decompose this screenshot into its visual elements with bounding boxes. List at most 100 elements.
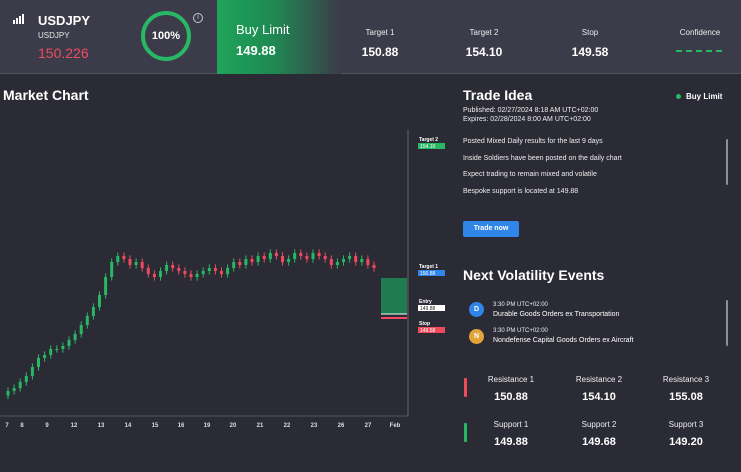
support-1: Support 1 149.88 — [476, 420, 546, 448]
candle — [67, 340, 71, 346]
candle — [183, 271, 187, 274]
resistance-indicator — [464, 378, 467, 397]
x-tick-label: 27 — [365, 423, 372, 429]
symbol-price: 150.226 — [38, 45, 89, 61]
published-date: Published: 02/27/2024 8:18 AM UTC+02:00 — [463, 107, 599, 114]
candle — [226, 268, 230, 274]
marker-stop: Stop 149.58 — [418, 321, 445, 334]
candle — [189, 274, 193, 277]
trade-idea-scrollbar[interactable] — [726, 139, 728, 185]
level-label: Support 1 — [493, 420, 529, 429]
x-tick-label: 16 — [178, 423, 185, 429]
level-value: 149.88 — [494, 436, 528, 448]
symbol-subtitle: USDJPY — [38, 31, 70, 40]
stat-target-1: Target 1 150.88 — [340, 0, 420, 74]
stat-label: Confidence — [679, 28, 721, 37]
support-2: Support 2 149.68 — [564, 420, 634, 448]
buy-limit-badge: Buy Limit — [676, 92, 722, 101]
candle — [360, 259, 364, 262]
marker-value: 149.58 — [420, 328, 436, 334]
candle — [6, 391, 10, 396]
candle — [305, 256, 309, 259]
idea-line: Inside Soldiers have been posted on the … — [463, 155, 622, 162]
candle — [232, 262, 236, 268]
marker-value: 150.88 — [420, 271, 436, 277]
candle — [55, 349, 59, 350]
x-tick-label: 21 — [257, 423, 264, 429]
x-tick-label: 19 — [204, 423, 211, 429]
candle — [366, 259, 370, 265]
candle — [262, 256, 266, 259]
level-value: 155.08 — [669, 391, 703, 403]
candle — [24, 376, 28, 382]
candle — [12, 388, 16, 391]
chart-title: Market Chart — [3, 87, 89, 103]
x-tick-label: 15 — [152, 423, 159, 429]
event-n-icon: N — [469, 329, 484, 344]
candle — [177, 268, 181, 271]
candle — [268, 253, 272, 259]
trade-now-button[interactable]: Trade now — [463, 221, 519, 237]
candle — [122, 256, 126, 259]
candle — [165, 265, 169, 271]
candle — [140, 262, 144, 268]
candle — [85, 316, 89, 325]
top-bar: USDJPY USDJPY 150.226 100% i Buy Limit 1… — [0, 0, 741, 74]
candle — [323, 256, 327, 259]
x-tick-label: 7 — [5, 423, 9, 429]
event-time: 3:30 PM UTC+02:00 — [493, 302, 548, 308]
marker-label: Entry — [419, 299, 432, 305]
candle — [91, 307, 95, 316]
x-tick-label: 23 — [311, 423, 318, 429]
candle — [79, 325, 83, 334]
event-name[interactable]: Durable Goods Orders ex Transportation — [493, 311, 619, 318]
candle — [18, 382, 22, 388]
candle — [293, 253, 297, 259]
level-label: Resistance 2 — [575, 375, 623, 384]
candle — [250, 259, 254, 262]
level-value: 154.10 — [582, 391, 616, 403]
candle — [274, 253, 278, 256]
candle — [238, 262, 242, 265]
candle — [195, 274, 199, 277]
stat-confidence: Confidence — [660, 0, 740, 74]
resistance-1: Resistance 1 150.88 — [476, 375, 546, 403]
x-tick-label: 22 — [284, 423, 291, 429]
marker-target-1: Target 1 150.88 — [418, 264, 445, 277]
candle — [61, 346, 65, 349]
candle — [116, 256, 120, 262]
event-name[interactable]: Nondefense Capital Goods Orders ex Aircr… — [493, 337, 633, 344]
candle — [110, 262, 114, 277]
candle — [299, 253, 303, 256]
candle — [146, 268, 150, 274]
level-label: Support 3 — [668, 420, 704, 429]
event-time: 3:30 PM UTC+02:00 — [493, 328, 548, 334]
volatility-title: Next Volatility Events — [463, 267, 605, 283]
symbol-panel[interactable]: USDJPY USDJPY 150.226 100% i — [0, 0, 217, 74]
level-value: 149.68 — [582, 436, 616, 448]
market-chart[interactable]: Target 2 154.10 Target 1 150.88 Entry 14… — [0, 130, 450, 430]
stat-value: 150.88 — [361, 45, 399, 59]
events-scrollbar[interactable] — [726, 300, 728, 346]
expires-date: Expires: 02/28/2024 8:00 AM UTC+02:00 — [463, 116, 591, 123]
level-value: 149.20 — [669, 436, 703, 448]
stat-value: 154.10 — [465, 45, 503, 59]
candle — [335, 262, 339, 265]
support-indicator — [464, 423, 467, 442]
level-value: 150.88 — [494, 391, 528, 403]
candle — [213, 268, 217, 271]
status-dot-icon — [676, 94, 681, 100]
order-type-label: Buy Limit — [236, 22, 290, 37]
candle — [329, 259, 333, 265]
info-icon[interactable]: i — [193, 13, 203, 23]
support-3: Support 3 149.20 — [651, 420, 721, 448]
x-tick-label: 13 — [98, 423, 105, 429]
confidence-ring-label: 100% — [151, 30, 181, 42]
x-tick-label: 14 — [125, 423, 132, 429]
candle — [152, 274, 156, 277]
candle — [104, 277, 108, 295]
x-tick-label: Feb — [390, 423, 401, 429]
stat-target-2: Target 2 154.10 — [444, 0, 524, 74]
level-label: Resistance 3 — [662, 375, 710, 384]
idea-line: Posted Mixed Daily results for the last … — [463, 138, 603, 145]
